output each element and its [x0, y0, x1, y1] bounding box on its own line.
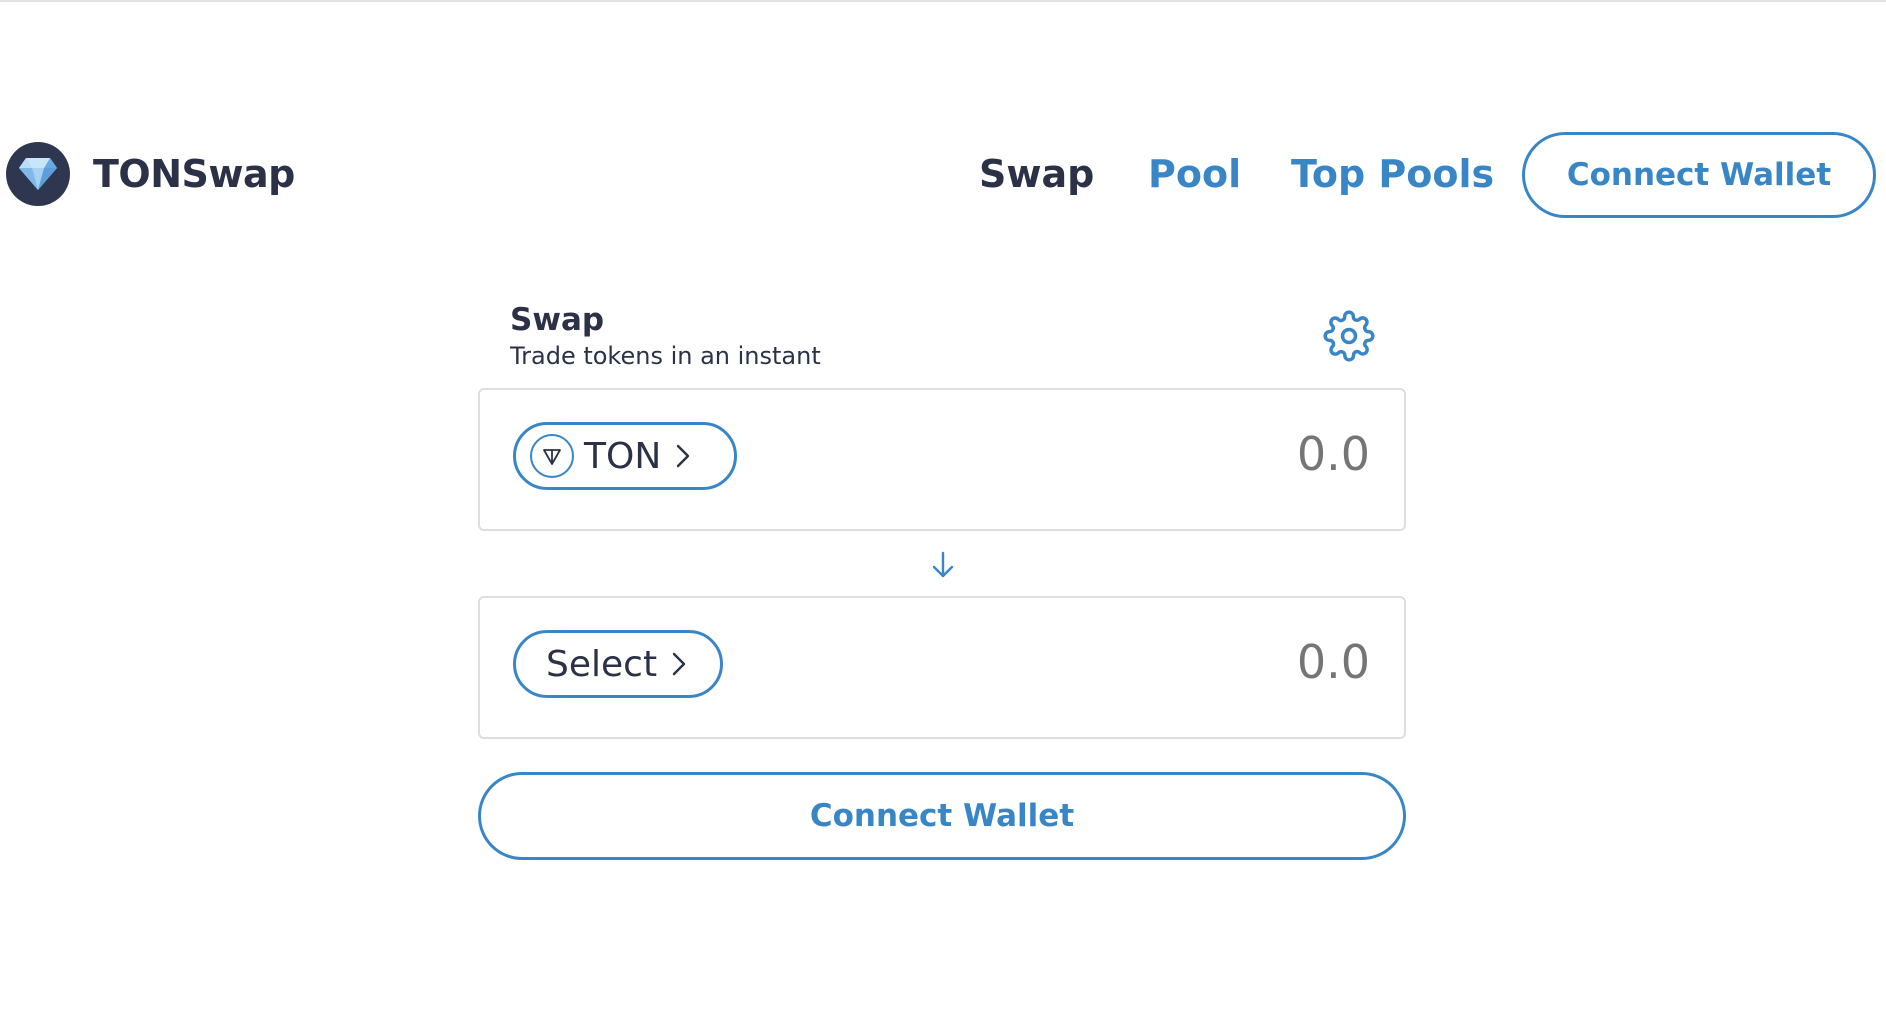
- page: TONSwap Swap Pool Top Pools Connect Wall…: [0, 0, 1886, 1018]
- arrow-down-icon: [932, 551, 954, 578]
- settings-button[interactable]: [1323, 310, 1375, 362]
- from-amount-input[interactable]: [1068, 426, 1372, 482]
- from-token-panel: TON: [478, 388, 1406, 531]
- header-connect-wallet-button[interactable]: Connect Wallet: [1522, 132, 1876, 218]
- swap-title: Swap: [510, 302, 605, 338]
- swap-subtitle: Trade tokens in an instant: [510, 342, 821, 370]
- from-token-label: TON: [584, 435, 662, 477]
- to-token-label: Select: [546, 643, 658, 685]
- brand-name[interactable]: TONSwap: [93, 152, 295, 196]
- logo[interactable]: [6, 142, 70, 206]
- to-token-panel: Select: [478, 596, 1406, 739]
- nav-pool[interactable]: Pool: [1148, 152, 1241, 196]
- chevron-right-icon: [675, 443, 691, 469]
- nav-top-pools[interactable]: Top Pools: [1291, 152, 1494, 196]
- to-token-selector[interactable]: Select: [513, 630, 723, 698]
- chevron-right-icon: [671, 651, 687, 677]
- ton-icon: [530, 434, 574, 478]
- to-amount-input[interactable]: [1068, 634, 1372, 690]
- diamond-icon: [19, 158, 57, 190]
- gear-icon: [1323, 310, 1375, 362]
- connect-wallet-button[interactable]: Connect Wallet: [478, 772, 1406, 860]
- swap-direction-button[interactable]: [930, 550, 956, 580]
- nav-swap[interactable]: Swap: [979, 152, 1094, 196]
- from-token-selector[interactable]: TON: [513, 422, 737, 490]
